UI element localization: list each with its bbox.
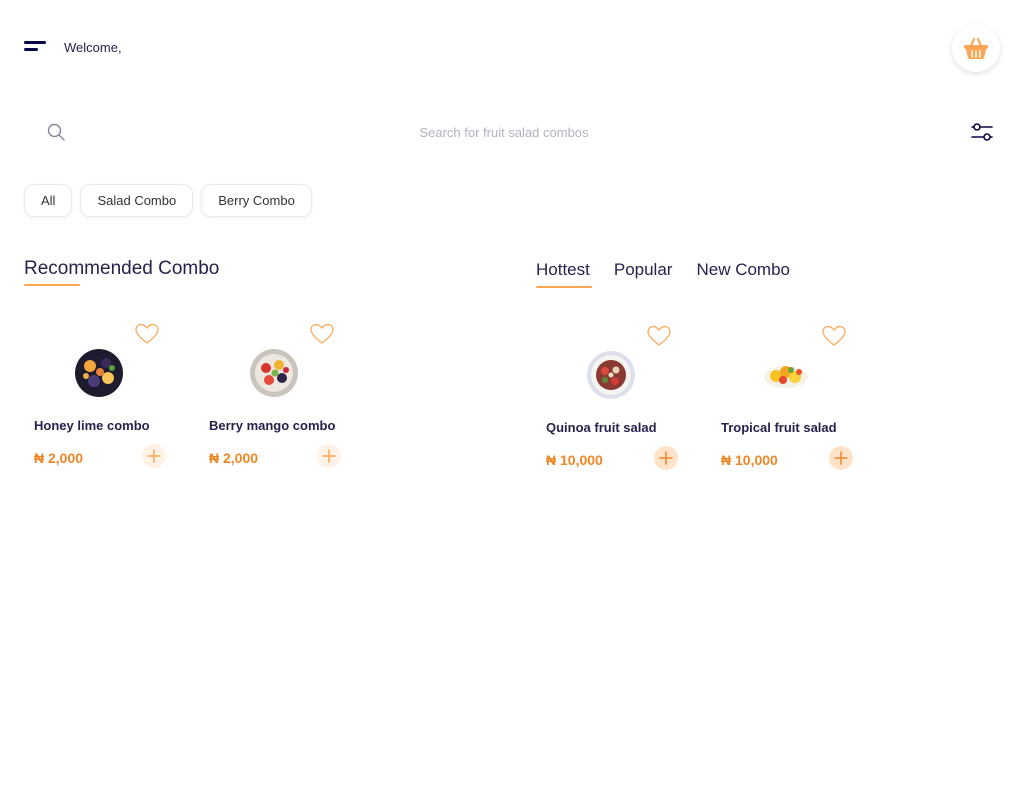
product-price: ₦ 2,000 bbox=[209, 450, 259, 466]
category-tabs: Hottest Popular New Combo bbox=[536, 260, 790, 288]
category-chips: All Salad Combo Berry Combo bbox=[24, 184, 312, 217]
product-image bbox=[250, 349, 298, 397]
product-card[interactable]: Berry mango combo ₦ 2,000 bbox=[199, 322, 359, 492]
add-to-basket-button[interactable] bbox=[142, 444, 166, 468]
heart-icon[interactable] bbox=[309, 322, 335, 346]
chip-all[interactable]: All bbox=[24, 184, 73, 217]
heart-icon[interactable] bbox=[134, 322, 160, 346]
product-name: Berry mango combo bbox=[209, 418, 336, 433]
product-image bbox=[764, 366, 808, 388]
add-to-basket-button[interactable] bbox=[654, 446, 678, 470]
plus-icon bbox=[322, 449, 336, 463]
tab-new-combo[interactable]: New Combo bbox=[696, 260, 790, 286]
add-to-basket-button[interactable] bbox=[829, 446, 853, 470]
basket-icon bbox=[964, 38, 988, 59]
tab-popular[interactable]: Popular bbox=[614, 260, 673, 286]
menu-icon[interactable] bbox=[24, 38, 48, 56]
product-name: Quinoa fruit salad bbox=[546, 420, 657, 435]
welcome-text: Welcome, bbox=[64, 40, 122, 55]
section-underline bbox=[24, 284, 80, 286]
plus-icon bbox=[834, 451, 848, 465]
product-price: ₦ 10,000 bbox=[546, 452, 603, 468]
product-card[interactable]: Tropical fruit salad ₦ 10,000 bbox=[711, 324, 871, 494]
add-to-basket-button[interactable] bbox=[317, 444, 341, 468]
plus-icon bbox=[147, 449, 161, 463]
basket-button[interactable] bbox=[952, 24, 1000, 72]
product-image bbox=[587, 351, 635, 399]
heart-icon[interactable] bbox=[821, 324, 847, 348]
plus-icon bbox=[659, 451, 673, 465]
section-title-recommended: Recommended Combo bbox=[24, 258, 220, 279]
chip-berry-combo[interactable]: Berry Combo bbox=[201, 184, 312, 217]
product-name: Honey lime combo bbox=[34, 418, 150, 433]
search-input[interactable] bbox=[94, 118, 914, 146]
heart-icon[interactable] bbox=[646, 324, 672, 348]
tab-hottest[interactable]: Hottest bbox=[536, 260, 592, 288]
product-card[interactable]: Quinoa fruit salad ₦ 10,000 bbox=[536, 324, 696, 494]
search-bar bbox=[24, 112, 1000, 152]
product-price: ₦ 2,000 bbox=[34, 450, 84, 466]
header: Welcome, bbox=[0, 0, 1024, 100]
search-icon bbox=[47, 123, 65, 141]
product-card[interactable]: Honey lime combo ₦ 2,000 bbox=[24, 322, 184, 492]
product-price: ₦ 10,000 bbox=[721, 452, 778, 468]
product-name: Tropical fruit salad bbox=[721, 420, 837, 435]
chip-salad-combo[interactable]: Salad Combo bbox=[80, 184, 194, 217]
product-image bbox=[75, 349, 123, 397]
filter-icon[interactable] bbox=[970, 121, 994, 143]
